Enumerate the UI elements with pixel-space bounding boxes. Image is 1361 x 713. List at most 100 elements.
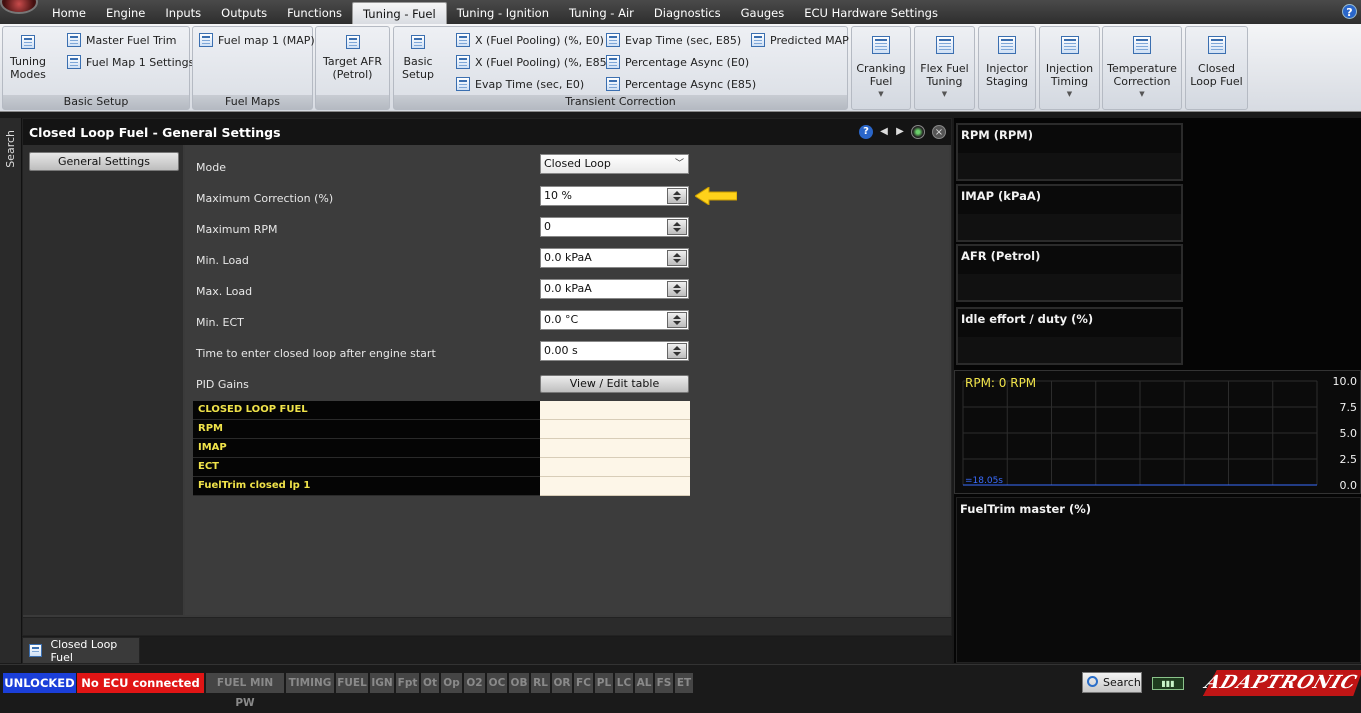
min-load-value: 0.0 kPaA [544,251,592,264]
evap-e0-button[interactable]: Evap Time (sec, E0) [456,75,584,93]
search-button[interactable]: Search [1082,672,1142,693]
map-icon [751,33,765,47]
max-load-field[interactable]: 0.0 kPaA [540,279,689,299]
predicted-map-button[interactable]: Predicted MAP [751,31,849,49]
status-label: IMAP [193,439,540,458]
document-tab-closed-loop-fuel[interactable]: Closed Loop Fuel [22,637,140,664]
master-fuel-trim-button[interactable]: Master Fuel Trim [67,31,176,49]
x-e0-button[interactable]: X (Fuel Pooling) (%, E0) [456,31,604,49]
search-sidebar[interactable]: Search [0,118,22,663]
evap-e85-button[interactable]: Evap Time (sec, E85) [606,31,741,49]
indicator-op: Op [441,673,462,693]
map-icon [345,35,360,49]
chevron-down-icon: ▼ [1139,90,1145,98]
gauge-fueltrim-master[interactable]: FuelTrim master (%) [956,497,1361,663]
fuel-map-1-label: Fuel map 1 (MAP) [218,33,315,47]
chart-y-tick-label: 7.5 [1340,401,1358,414]
cranking-fuel-button[interactable]: Cranking Fuel ▼ [851,26,911,110]
gauge-icon[interactable] [911,125,925,139]
min-ect-value: 0.0 °C [544,313,579,326]
max-correction-label: Maximum Correction (%) [196,192,334,205]
group-label-target-afr [316,95,389,109]
time-enter-value: 0.00 s [544,344,578,357]
x-e85-button[interactable]: X (Fuel Pooling) (%, E85) [456,53,611,71]
spin-stepper[interactable] [667,188,687,204]
target-afr-button[interactable]: Target AFR (Petrol) [318,35,387,81]
status-label: CLOSED LOOP FUEL [193,401,540,420]
tab-tuning-air[interactable]: Tuning - Air [559,2,644,24]
indicator-fs: FS [655,673,673,693]
app-logo [0,0,38,14]
gauge-afr[interactable]: AFR (Petrol) [956,244,1183,302]
min-ect-field[interactable]: 0.0 °C [540,310,689,330]
gauge-value-area [958,274,1181,300]
help-icon[interactable]: ? [859,125,873,139]
close-icon[interactable]: × [932,125,946,139]
pid-gains-label: PID Gains [196,378,249,391]
indicator-fpt: Fpt [396,673,419,693]
pct-async-e0-button[interactable]: Percentage Async (E0) [606,53,749,71]
spin-stepper[interactable] [667,312,687,328]
max-correction-value: 10 % [544,189,572,202]
time-enter-label: Time to enter closed loop after engine s… [196,347,436,360]
gauge-idle-effort[interactable]: Idle effort / duty (%) [956,307,1183,365]
settings-nav: General Settings [23,145,183,615]
battery-icon: ▮▮▮ [1152,677,1184,690]
tab-engine[interactable]: Engine [96,2,155,24]
time-enter-field[interactable]: 0.00 s [540,341,689,361]
tab-ecu-hardware-settings[interactable]: ECU Hardware Settings [794,2,948,24]
fuel-map-settings-button[interactable]: Fuel Map 1 Settings [67,53,194,71]
arrow-right-icon[interactable]: ▶ [893,125,907,139]
tab-functions[interactable]: Functions [277,2,352,24]
general-settings-button[interactable]: General Settings [29,152,179,171]
flex-fuel-button[interactable]: Flex Fuel Tuning ▼ [914,26,975,110]
max-rpm-label: Maximum RPM [196,223,278,236]
min-load-field[interactable]: 0.0 kPaA [540,248,689,268]
tab-tuning-ignition[interactable]: Tuning - Ignition [447,2,559,24]
tab-tuning-fuel[interactable]: Tuning - Fuel [352,2,447,24]
gauge-rpm[interactable]: RPM (RPM) [956,123,1183,181]
chart-grid [962,380,1318,486]
page-title: Closed Loop Fuel - General Settings [29,125,281,140]
table-icon [67,55,81,69]
gauge-imap[interactable]: IMAP (kPaA) [956,184,1183,242]
chevron-down-icon: ▼ [1066,90,1073,98]
map-icon [606,33,620,47]
chevron-down-icon: ▼ [878,90,884,98]
max-correction-field[interactable]: 10 % [540,186,689,206]
tab-outputs[interactable]: Outputs [211,2,277,24]
mode-select[interactable]: Closed Loop ﹀ [540,154,689,174]
tab-home[interactable]: Home [42,2,96,24]
chart-title: RPM: 0 RPM [965,376,1036,390]
tuning-modes-button[interactable]: Tuning Modes [7,35,49,81]
max-rpm-field[interactable]: 0 [540,217,689,237]
rpm-chart[interactable]: RPM: 0 RPM 10.0 7.5 5.0 2.5 0.0 =18.05s [954,370,1361,494]
closed-loop-fuel-button[interactable]: Closed Loop Fuel [1185,26,1248,110]
table-row: FuelTrim closed lp 1 [193,477,690,496]
indicator-fc: FC [574,673,593,693]
injector-staging-button[interactable]: Injector Staging [978,26,1036,110]
tab-diagnostics[interactable]: Diagnostics [644,2,731,24]
transient-basic-setup-button[interactable]: Basic Setup [398,35,438,81]
status-label: RPM [193,420,540,439]
spin-stepper[interactable] [667,250,687,266]
indicator-or: OR [552,673,572,693]
arrow-left-icon[interactable]: ◀ [877,125,891,139]
tab-inputs[interactable]: Inputs [155,2,211,24]
tab-gauges[interactable]: Gauges [731,2,795,24]
pct-async-e85-button[interactable]: Percentage Async (E85) [606,75,756,93]
spin-stepper[interactable] [667,343,687,359]
help-icon[interactable]: ? [1342,4,1357,19]
status-value [540,458,690,477]
fuel-map-1-button[interactable]: Fuel map 1 (MAP) [199,31,315,49]
x-e85-label: X (Fuel Pooling) (%, E85) [475,55,611,69]
injection-timing-button[interactable]: Injection Timing ▼ [1039,26,1100,110]
view-edit-table-button[interactable]: View / Edit table [540,375,689,393]
map-icon [199,33,213,47]
indicator-pl: PL [595,673,613,693]
spin-stepper[interactable] [667,219,687,235]
spin-stepper[interactable] [667,281,687,297]
document-tab-label: Closed Loop Fuel [50,637,118,664]
temperature-correction-button[interactable]: Temperature Correction ▼ [1102,26,1182,110]
x-e0-label: X (Fuel Pooling) (%, E0) [475,33,604,47]
